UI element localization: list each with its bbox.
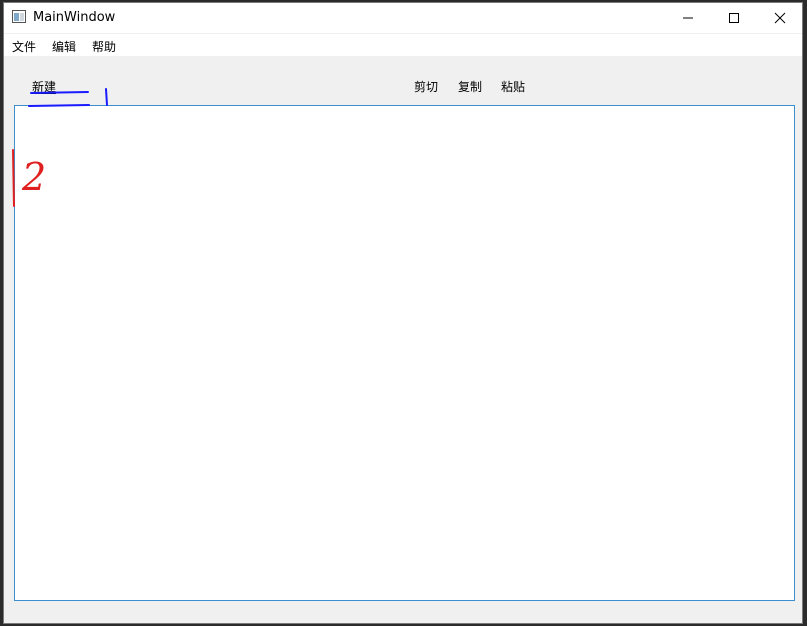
new-button[interactable]: 新建 <box>32 78 56 95</box>
app-icon <box>12 10 26 23</box>
cut-button[interactable]: 剪切 <box>414 78 438 95</box>
text-editor[interactable] <box>14 105 795 601</box>
copy-button[interactable]: 复制 <box>458 78 482 95</box>
paste-button[interactable]: 粘贴 <box>501 78 525 95</box>
main-window: MainWindow 文件 编辑 帮助 新建 剪切 复制 粘贴 <box>3 2 803 624</box>
close-button[interactable] <box>757 3 802 33</box>
menu-file[interactable]: 文件 <box>12 38 36 55</box>
minimize-button[interactable] <box>665 3 711 33</box>
menu-help[interactable]: 帮助 <box>92 38 116 55</box>
menu-edit[interactable]: 编辑 <box>52 38 76 55</box>
maximize-button[interactable] <box>711 3 757 33</box>
toolbar: 新建 剪切 复制 粘贴 <box>4 56 802 104</box>
menu-bar: 文件 编辑 帮助 <box>4 34 802 56</box>
window-title: MainWindow <box>33 10 116 25</box>
minimize-icon <box>683 17 693 19</box>
close-icon <box>774 12 786 24</box>
maximize-icon <box>729 13 739 23</box>
title-bar[interactable]: MainWindow <box>4 3 802 33</box>
